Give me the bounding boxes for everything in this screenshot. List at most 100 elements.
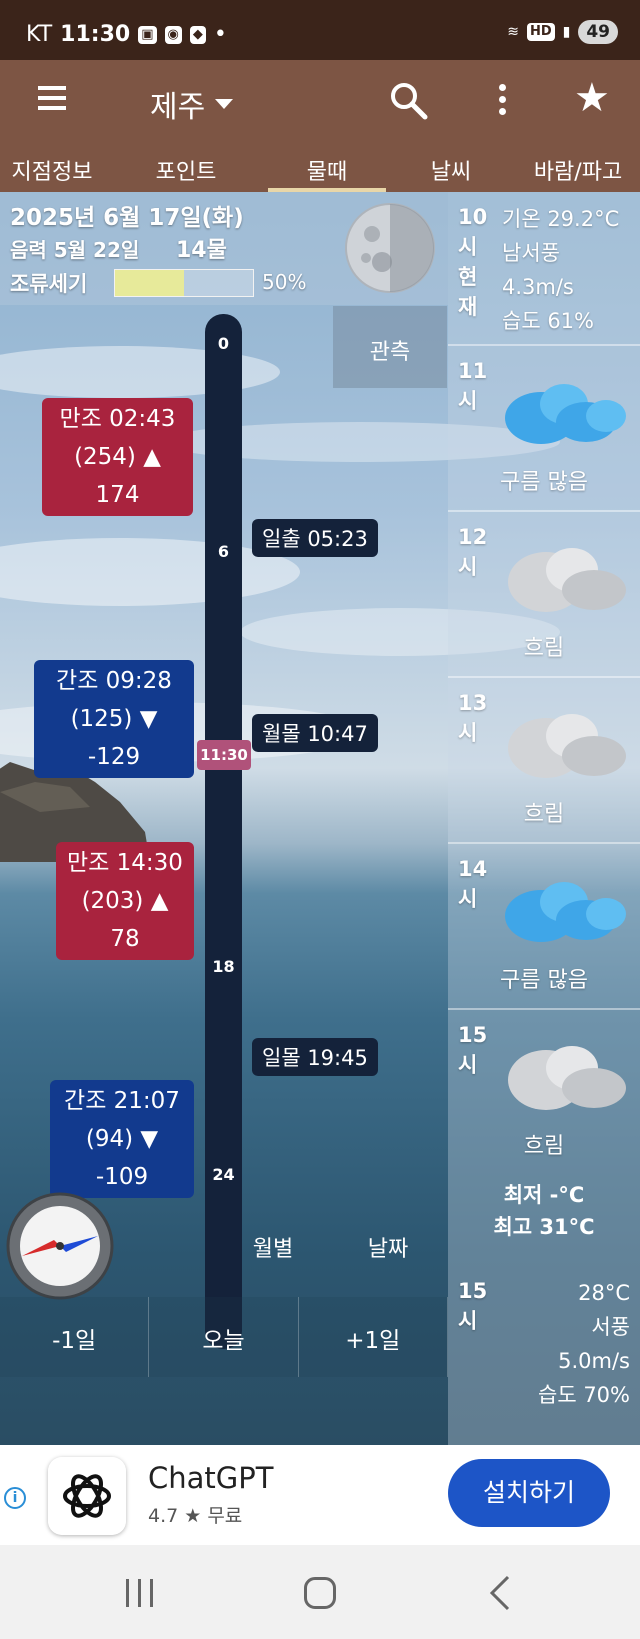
tab-wind-wave[interactable]: 바람/파고 (516, 142, 640, 192)
current-wind-direction: 남서풍 (502, 241, 560, 265)
hourly-weather-cell: 11 시 구름 많음 (448, 346, 640, 512)
chatgpt-logo-icon (48, 1457, 126, 1535)
favorite-star-icon[interactable]: ★ (574, 78, 610, 118)
home-icon[interactable] (304, 1577, 336, 1609)
current-weather-values: 기온 29.2°C 남서풍 4.3m/s 습도 61% (502, 202, 619, 338)
hour-unit: 시 (458, 555, 478, 579)
daily-wind-speed: 5.0m/s (558, 1349, 630, 1373)
ad-info-icon[interactable]: i (4, 1487, 26, 1509)
status-bar: KT 11:30 ▣ ◉ ◆ • ≋ HD ▮ 49 (0, 0, 640, 60)
tab-bar: 지점정보 포인트 물때 날씨 바람/파고 (0, 142, 640, 192)
sunset-event: 일몰 19:45 (252, 1038, 378, 1076)
screenshot-icon: ▣ (138, 25, 157, 44)
tide-main-panel: 2025년 6월 17일(화) 음력 5월 22일 14물 조류세기 50% 관… (0, 192, 640, 1445)
signal-icon: ▮ (562, 24, 571, 40)
observe-button[interactable]: 관측 (333, 306, 447, 388)
location-selector[interactable]: 제주 (150, 82, 234, 126)
talk-icon: ◉ (164, 25, 182, 44)
hour-text: 현 (458, 265, 478, 289)
hour-unit: 시 (458, 1053, 478, 1077)
tab-tides[interactable]: 물때 (268, 142, 386, 192)
hourly-weather-cell: 14 시 구름 많음 (448, 844, 640, 1010)
hour-text: 15 (458, 1023, 488, 1047)
weather-condition: 구름 많음 (500, 968, 588, 993)
tab-points[interactable]: 포인트 (104, 142, 268, 192)
timeline-tick: 18 (212, 957, 235, 976)
hour-text: 14 (458, 857, 488, 881)
wifi-icon: ≋ (507, 24, 519, 40)
hour-unit: 시 (458, 389, 478, 413)
lunar-date: 음력 5월 22일 (10, 238, 140, 262)
partly-cloudy-icon (505, 882, 626, 942)
next-day-button[interactable]: +1일 (298, 1297, 448, 1377)
current-temperature: 기온 29.2°C (502, 207, 620, 231)
date-picker-button[interactable]: 날짜 (333, 1207, 443, 1287)
hour-unit: 시 (458, 721, 478, 745)
tide-detail: (203) ▲ 78 (81, 888, 169, 952)
moon-phase-icon (345, 203, 435, 293)
chevron-down-icon (215, 99, 234, 109)
daily-humidity: 습도 70% (538, 1383, 630, 1407)
hour-label: 14 시 (458, 854, 487, 914)
menu-icon[interactable] (38, 86, 66, 110)
app-bar: 제주 ★ (0, 60, 640, 142)
weather-condition: 흐림 (523, 802, 565, 827)
hourly-weather-cell: 13 시 흐림 (448, 678, 640, 844)
hour-text: 재 (458, 295, 478, 319)
current-strength-label: 조류세기 (10, 272, 88, 296)
recents-icon[interactable] (126, 1579, 156, 1607)
hour-text: 15 (458, 1279, 488, 1303)
ad-banner[interactable]: i ChatGPT 4.7 ★ 무료 설치하기 (0, 1445, 640, 1545)
weather-column: 10 시 현 재 기온 29.2°C 남서풍 4.3m/s 습도 61% 11 시… (448, 192, 640, 1445)
day-timeline[interactable]: 0 6 12 18 24 (205, 314, 242, 1349)
daily-wind-direction: 서풍 (591, 1315, 630, 1339)
hour-text: 13 (458, 691, 488, 715)
day-navigation: -1일 오늘 +1일 (0, 1297, 448, 1377)
monthly-button[interactable]: 월별 (218, 1207, 328, 1287)
tide-title: 간조 21:07 (64, 1088, 180, 1114)
location-name: 제주 (150, 90, 206, 125)
moonset-event: 월몰 10:47 (252, 714, 378, 752)
timeline-tick: 24 (212, 1165, 235, 1184)
daily-weather-cell: 15 시 28°C 서풍 5.0m/s 습도 70% (448, 1266, 640, 1445)
current-strength-bar (114, 269, 254, 297)
weather-condition: 구름 많음 (500, 470, 588, 495)
current-time-marker: 11:30 (197, 740, 251, 770)
back-icon[interactable] (486, 1575, 516, 1611)
tide-high-1: 만조 02:43 (254) ▲ 174 (42, 398, 193, 516)
current-hour-label: 10 시 현 재 (458, 202, 487, 322)
hour-unit: 시 (458, 1309, 478, 1333)
hour-label: 12 시 (458, 522, 487, 582)
timeline-tick: 6 (217, 542, 230, 561)
hour-text: 시 (458, 235, 478, 259)
tide-title: 만조 14:30 (67, 850, 183, 876)
ad-rating: 4.7 ★ 무료 (148, 1505, 243, 1527)
hour-text: 11 (458, 359, 488, 383)
status-left: KT 11:30 ▣ ◉ ◆ • (26, 22, 227, 47)
partly-cloudy-icon (505, 384, 626, 444)
today-button[interactable]: 오늘 (149, 1297, 299, 1377)
status-time: 11:30 (60, 22, 131, 47)
tide-low-1: 간조 09:28 (125) ▼ -129 (34, 660, 194, 778)
current-weather-cell: 10 시 현 재 기온 29.2°C 남서풍 4.3m/s 습도 61% (448, 192, 640, 346)
install-button[interactable]: 설치하기 (448, 1459, 610, 1527)
search-icon[interactable] (388, 80, 428, 120)
tab-weather[interactable]: 날씨 (386, 142, 516, 192)
ad-app-name: ChatGPT (148, 1461, 274, 1495)
cloudy-icon (508, 1046, 626, 1110)
daily-temperature: 28°C (578, 1281, 630, 1305)
max-temperature: 최고 31°C (493, 1215, 595, 1239)
dot-icon: • (213, 22, 227, 47)
cloudy-icon (508, 714, 626, 778)
tide-detail: (125) ▼ -129 (70, 706, 158, 770)
tab-location-info[interactable]: 지점정보 (0, 142, 104, 192)
date-label: 2025년 6월 17일(화) (10, 205, 244, 231)
compass-icon[interactable] (6, 1192, 114, 1300)
more-options-icon[interactable] (497, 84, 507, 118)
weather-condition: 흐림 (523, 1134, 565, 1159)
tide-detail: (94) ▼ -109 (85, 1126, 159, 1190)
weather-condition: 흐림 (523, 636, 565, 661)
tide-phase: 14물 (176, 238, 227, 263)
tide-low-2: 간조 21:07 (94) ▼ -109 (50, 1080, 194, 1198)
previous-day-button[interactable]: -1일 (0, 1297, 150, 1377)
